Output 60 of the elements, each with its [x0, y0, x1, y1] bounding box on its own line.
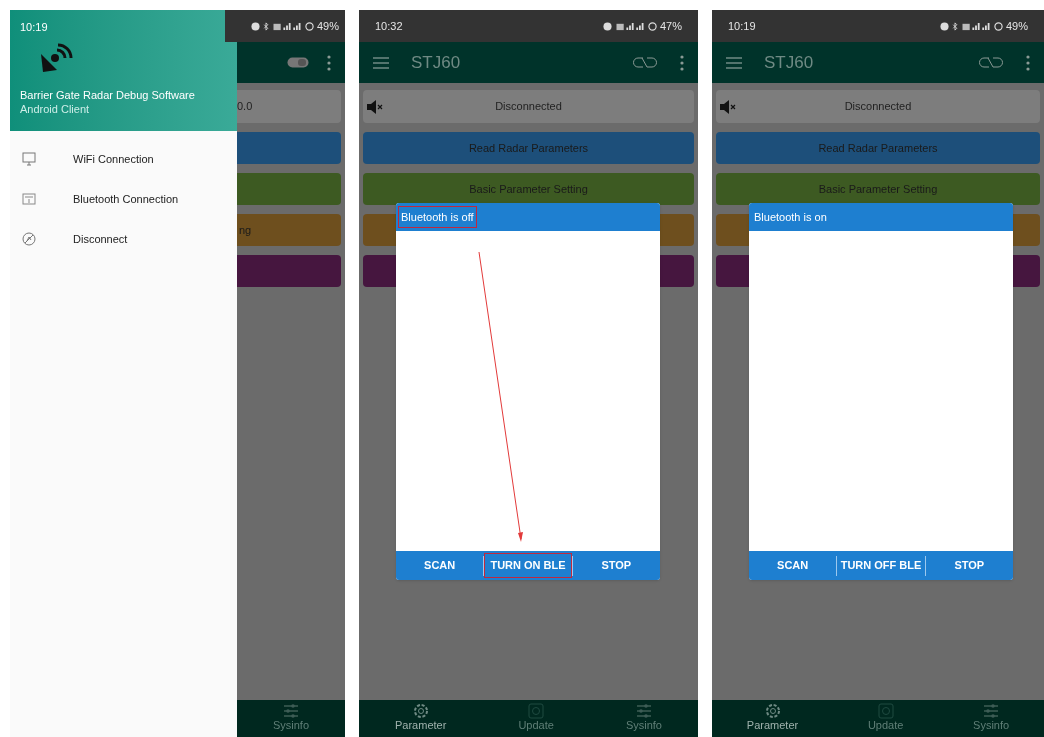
connection-status-text: Disconnected: [843, 99, 913, 115]
nav-tab[interactable]: Sysinfo: [625, 703, 662, 732]
dialog-action-button[interactable]: TURN ON BLE: [484, 553, 572, 578]
connection-status-text: Disconnected: [494, 99, 563, 115]
nav-tab[interactable]: Update: [518, 703, 554, 732]
drawer-menu-item[interactable]: Bluetooth Connection: [10, 179, 237, 219]
drawer-title: Barrier Gate Radar Debug Software: [20, 87, 196, 102]
more-icon[interactable]: [680, 54, 684, 71]
dialog-action-button[interactable]: SCAN: [396, 553, 484, 578]
dialog-action-button[interactable]: STOP: [925, 553, 1013, 578]
drawer-menu-item[interactable]: WiFi Connection: [10, 139, 237, 179]
more-icon[interactable]: [327, 54, 331, 71]
drawer-menu-item[interactable]: Disconnect: [10, 219, 237, 259]
gear-icon: [764, 703, 781, 719]
nav-tab[interactable]: Update: [867, 703, 904, 732]
dialog-action-button[interactable]: STOP: [572, 553, 660, 578]
battery-percent: 49%: [1005, 18, 1028, 34]
disconnect-icon: [22, 232, 36, 246]
nav-tab[interactable]: Parameter: [395, 703, 447, 732]
battery-icon: [993, 21, 1003, 31]
menu-icon[interactable]: [373, 56, 389, 69]
signal-icon: [960, 21, 991, 31]
link-icon[interactable]: [978, 57, 1004, 68]
alarm-icon: [250, 21, 260, 31]
sliders-icon: [283, 703, 299, 719]
action-button[interactable]: ng: [237, 214, 341, 246]
status-time: 10:19: [728, 18, 756, 34]
nav-tab[interactable]: Sysinfo: [973, 703, 1010, 732]
dialog-action-button[interactable]: SCAN: [749, 553, 837, 578]
app-title: STJ60: [764, 51, 815, 74]
app-title: STJ60: [411, 51, 462, 74]
device-icon: [22, 192, 36, 206]
signal-icon: [614, 21, 645, 31]
action-button[interactable]: Basic Parameter Setting: [363, 173, 694, 205]
dialog-action-button[interactable]: TURN OFF BLE: [837, 553, 925, 578]
more-icon[interactable]: [1026, 54, 1030, 71]
battery-percent: 47%: [659, 18, 682, 34]
menu-icon[interactable]: [726, 56, 742, 69]
sliders-icon: [635, 703, 652, 719]
sliders-icon: [983, 703, 1000, 719]
nav-tab[interactable]: Sysinfo: [272, 703, 310, 732]
alarm-icon: [939, 21, 949, 31]
battery-icon: [647, 21, 657, 31]
action-button[interactable]: Basic Parameter Setting: [716, 173, 1040, 205]
gear-icon: [412, 703, 429, 719]
monitor-icon: [22, 152, 36, 166]
speaker-muted-icon: [367, 99, 385, 114]
link-icon[interactable]: [632, 57, 658, 68]
dialog-title: Bluetooth is off: [398, 205, 477, 229]
alarm-icon: [602, 21, 612, 31]
battery-percent: 49%: [316, 18, 339, 34]
drawer-subtitle: Android Client: [20, 101, 91, 116]
battery-icon: [304, 21, 314, 31]
signal-icon: [271, 21, 302, 31]
connection-status: 0.0: [237, 90, 341, 123]
speaker-muted-icon: [720, 99, 738, 114]
dialog-title: Bluetooth is on: [753, 209, 828, 225]
nav-tab[interactable]: Parameter: [746, 703, 799, 732]
status-time: 10:32: [375, 18, 403, 34]
status-time: 10:19: [20, 20, 49, 35]
